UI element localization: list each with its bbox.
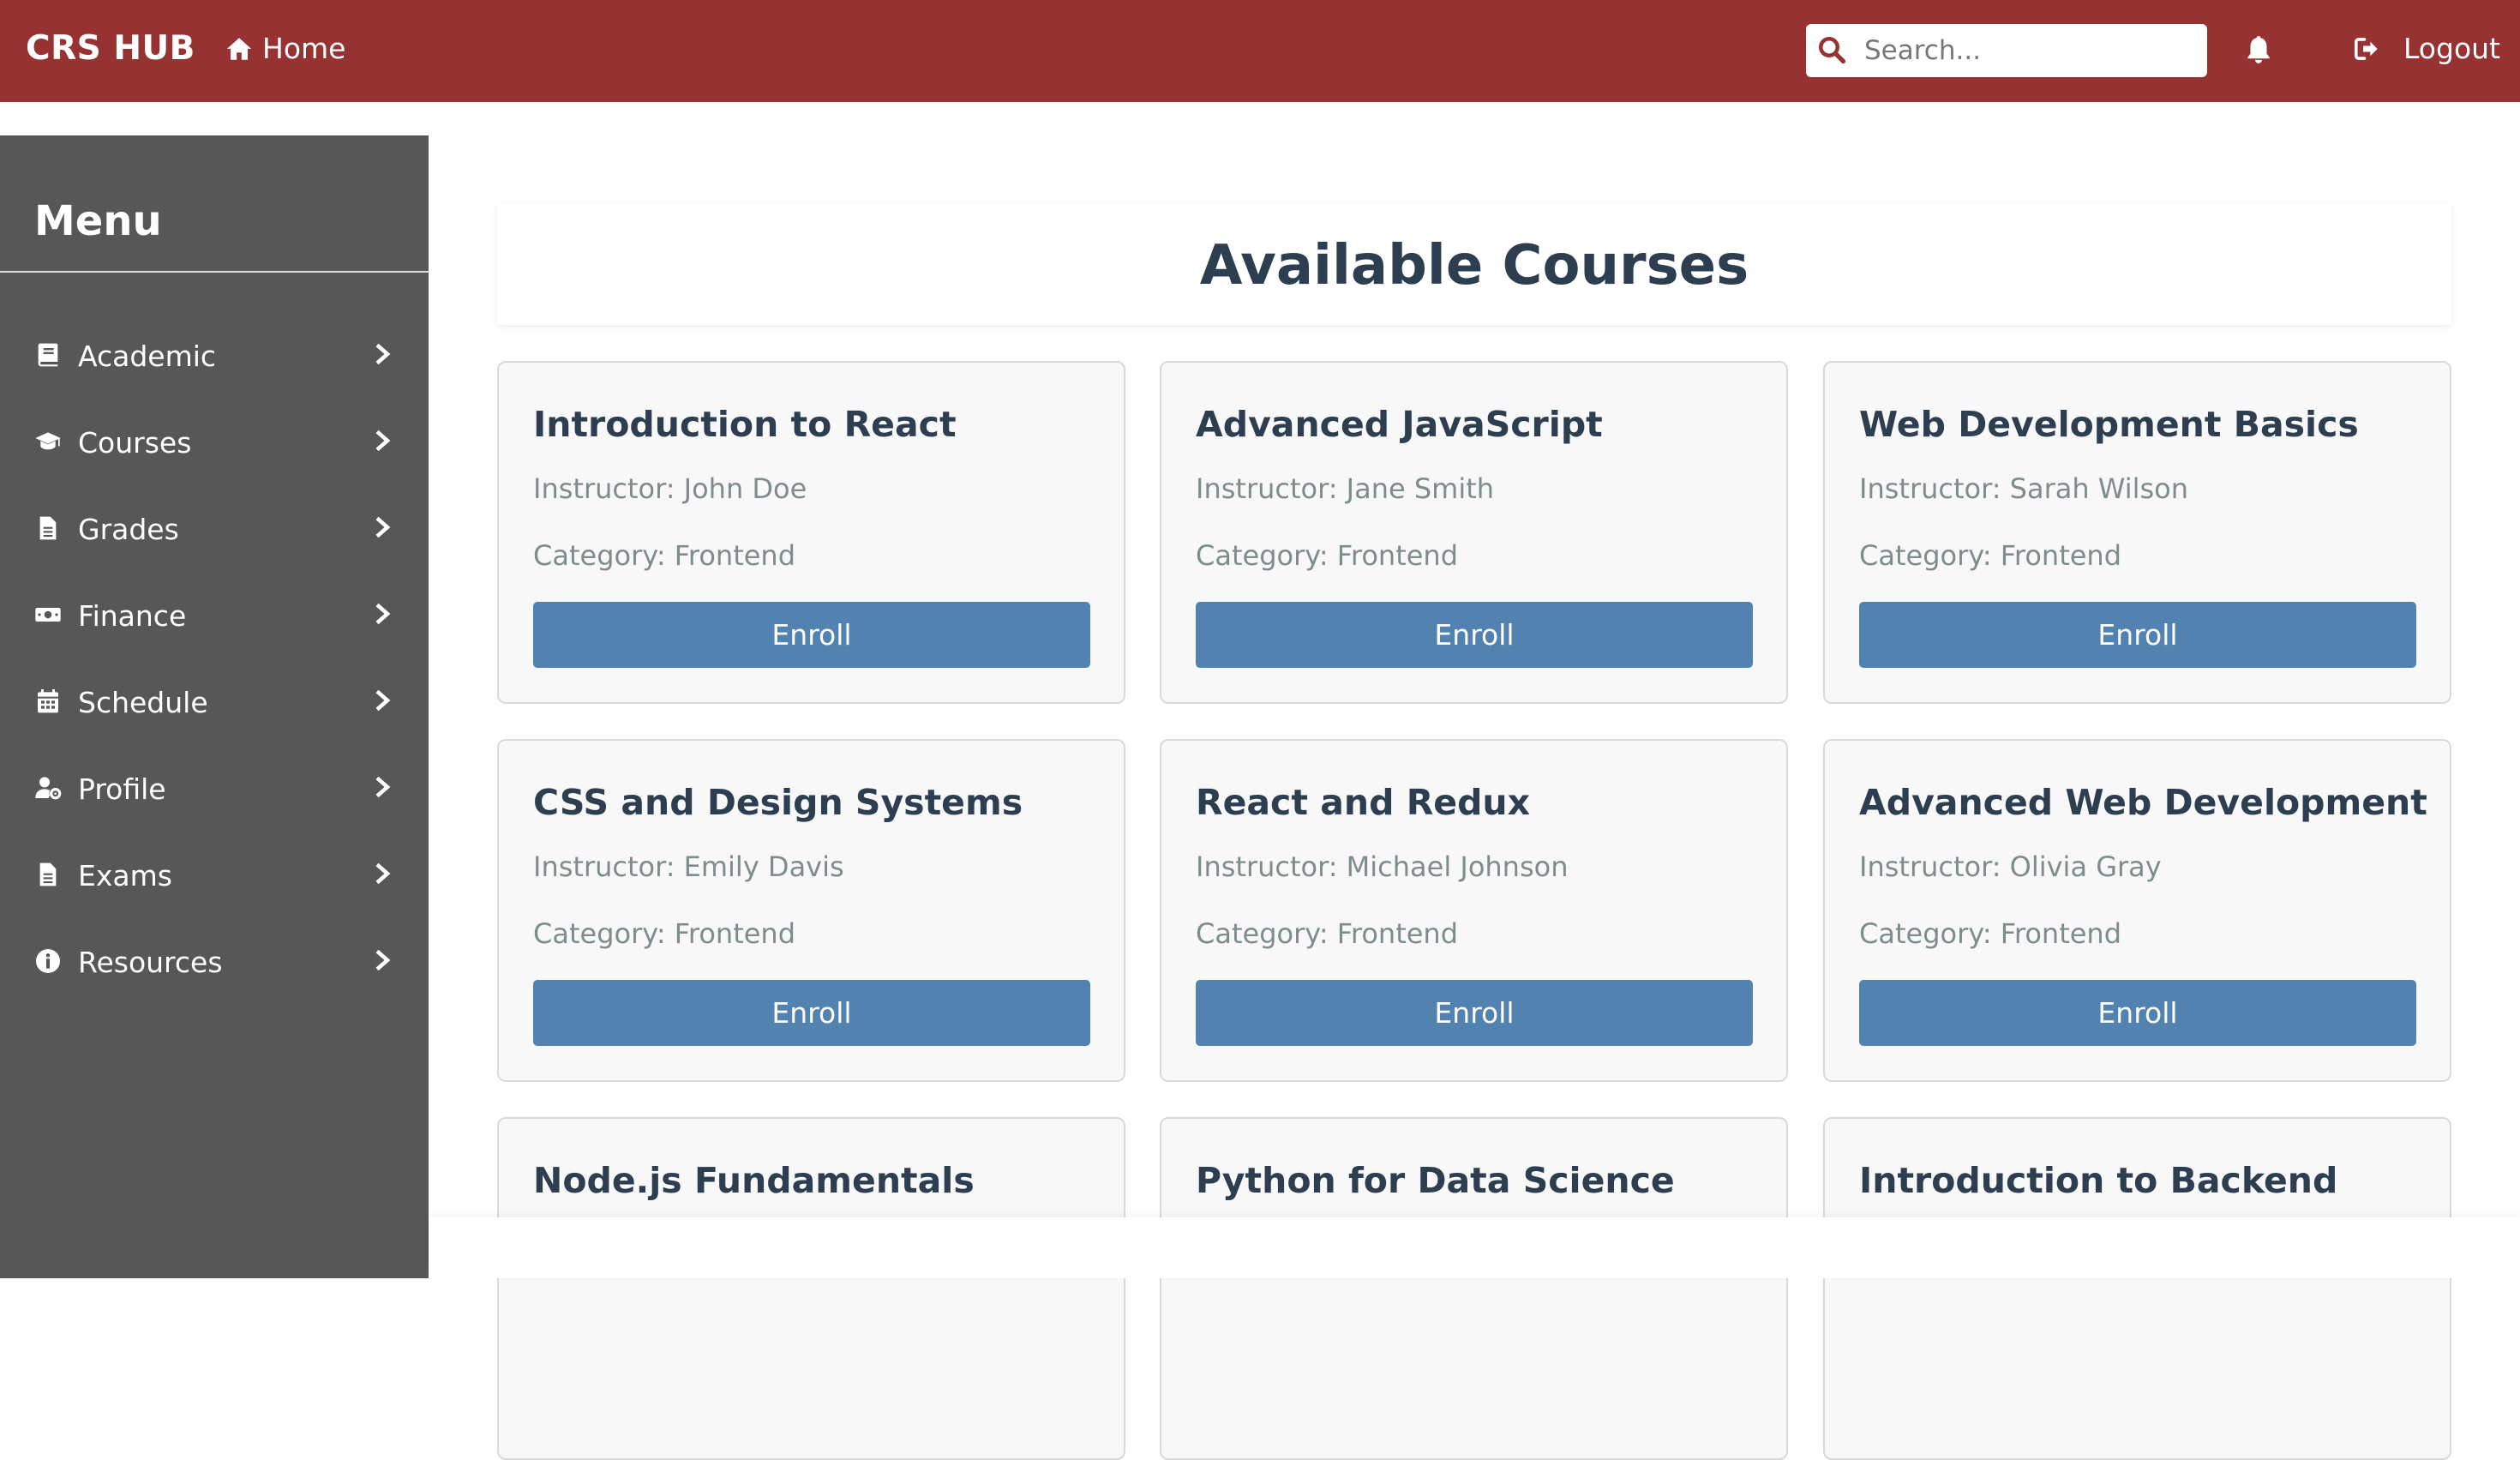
chevron-right-icon <box>375 776 391 798</box>
sidebar-item-label: Schedule <box>78 686 208 719</box>
course-card: CSS and Design Systems Instructor: Emily… <box>497 739 1125 1082</box>
sidebar-item-exams[interactable]: Exams <box>0 845 429 914</box>
bell-icon[interactable] <box>2242 33 2275 67</box>
course-title: Introduction to Backend <box>1859 1160 2338 1201</box>
search-bar <box>1806 24 2207 77</box>
sidebar-item-resources[interactable]: Resources <box>0 932 429 1000</box>
sidebar-item-courses[interactable]: Courses <box>0 412 429 481</box>
enroll-button[interactable]: Enroll <box>533 602 1090 668</box>
course-card: Advanced JavaScript Instructor: Jane Smi… <box>1160 361 1788 704</box>
chevron-right-icon <box>375 862 391 885</box>
sidebar: Menu Academic Courses Grades Finance Sch… <box>0 135 429 1278</box>
chevron-right-icon <box>375 949 391 971</box>
course-category: Category: Frontend <box>533 917 796 950</box>
calendar-icon <box>38 689 58 713</box>
sidebar-item-label: Grades <box>78 513 179 546</box>
sidebar-item-profile[interactable]: Profile <box>0 759 429 827</box>
course-category: Category: Frontend <box>533 539 796 572</box>
course-title: CSS and Design Systems <box>533 782 1023 823</box>
sidebar-item-label: Academic <box>78 339 217 373</box>
course-title: React and Redux <box>1196 782 1531 823</box>
sidebar-item-label: Resources <box>78 946 223 979</box>
sidebar-item-label: Finance <box>78 599 187 633</box>
page-title: Available Courses <box>1199 234 1749 297</box>
home-icon <box>226 37 252 60</box>
course-title: Node.js Fundamentals <box>533 1160 975 1201</box>
chevron-right-icon <box>375 689 391 712</box>
sidebar-item-label: Profile <box>78 772 166 806</box>
enroll-button[interactable]: Enroll <box>1196 602 1753 668</box>
sidebar-item-finance[interactable]: Finance <box>0 586 429 654</box>
course-card: Python for Data Science <box>1160 1117 1788 1460</box>
enroll-button[interactable]: Enroll <box>1859 980 2416 1046</box>
user-cog-icon <box>35 777 62 800</box>
course-category: Category: Frontend <box>1196 917 1459 950</box>
info-icon <box>36 949 60 973</box>
course-instructor: Instructor: Sarah Wilson <box>1859 472 2189 505</box>
course-instructor: Instructor: Jane Smith <box>1196 472 1495 505</box>
top-navbar: CRS HUB Home Logout <box>0 0 2520 102</box>
course-card: Introduction to Backend <box>1823 1117 2451 1460</box>
brand-logo[interactable]: CRS HUB <box>26 29 195 68</box>
book-icon <box>38 343 58 367</box>
home-link[interactable]: Home <box>225 32 345 65</box>
course-card: Advanced Web Development Instructor: Oli… <box>1823 739 2451 1082</box>
search-input[interactable] <box>1863 31 2197 70</box>
enroll-button[interactable]: Enroll <box>1196 980 1753 1046</box>
course-category: Category: Frontend <box>1196 539 1459 572</box>
course-instructor: Instructor: Olivia Gray <box>1859 850 2162 883</box>
enroll-button[interactable]: Enroll <box>1859 602 2416 668</box>
course-card: React and Redux Instructor: Michael John… <box>1160 739 1788 1082</box>
chevron-right-icon <box>375 516 391 538</box>
page-title-panel: Available Courses <box>497 203 2451 325</box>
document-icon <box>39 516 57 540</box>
sidebar-item-label: Exams <box>78 859 172 892</box>
course-instructor: Instructor: John Doe <box>533 472 807 505</box>
course-title: Advanced Web Development <box>1859 782 2427 823</box>
chevron-right-icon <box>375 603 391 625</box>
graduation-cap-icon <box>35 432 61 450</box>
money-icon <box>35 608 61 622</box>
document-icon <box>39 862 57 886</box>
home-label: Home <box>262 32 346 65</box>
sidebar-title: Menu <box>34 197 162 245</box>
chevron-right-icon <box>375 343 391 365</box>
course-title: Introduction to React <box>533 404 957 445</box>
course-category: Category: Frontend <box>1859 539 2122 572</box>
course-instructor: Instructor: Emily Davis <box>533 850 844 883</box>
course-title: Web Development Basics <box>1859 404 2359 445</box>
sidebar-item-academic[interactable]: Academic <box>0 326 429 394</box>
logout-button[interactable]: Logout <box>2354 32 2500 65</box>
sidebar-item-schedule[interactable]: Schedule <box>0 672 429 741</box>
logout-label: Logout <box>2403 32 2500 65</box>
enroll-button[interactable]: Enroll <box>533 980 1090 1046</box>
course-card: Web Development Basics Instructor: Sarah… <box>1823 361 2451 704</box>
sidebar-item-label: Courses <box>78 426 192 460</box>
search-icon <box>1819 37 1846 64</box>
course-instructor: Instructor: Michael Johnson <box>1196 850 1569 883</box>
course-title: Python for Data Science <box>1196 1160 1675 1201</box>
content-bottom-edge <box>429 1217 2520 1278</box>
course-card: Introduction to React Instructor: John D… <box>497 361 1125 704</box>
logout-icon <box>2354 37 2378 60</box>
course-title: Advanced JavaScript <box>1196 404 1603 445</box>
course-category: Category: Frontend <box>1859 917 2122 950</box>
course-card: Node.js Fundamentals <box>497 1117 1125 1460</box>
chevron-right-icon <box>375 430 391 452</box>
sidebar-item-grades[interactable]: Grades <box>0 499 429 568</box>
sidebar-divider <box>0 271 429 273</box>
